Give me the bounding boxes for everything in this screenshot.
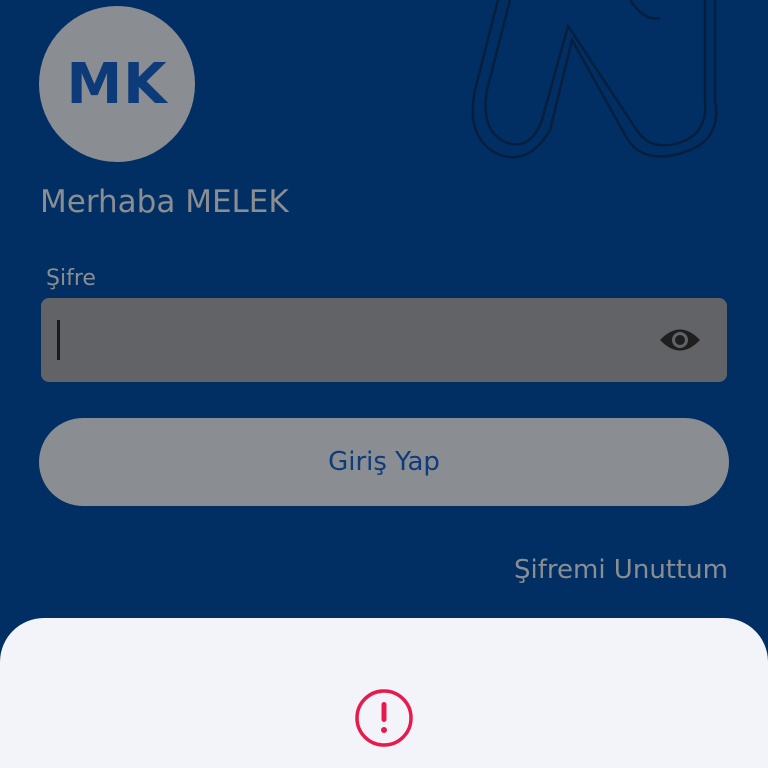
brand-logo-outline xyxy=(471,0,718,159)
show-password-button[interactable] xyxy=(657,322,703,358)
greeting-text: Merhaba MELEK xyxy=(40,184,289,220)
avatar-initials: MK xyxy=(66,51,168,117)
login-screen: MK Merhaba MELEK Şifre Giriş Yap Şifremi… xyxy=(0,0,768,768)
password-field[interactable] xyxy=(41,298,727,382)
password-label: Şifre xyxy=(46,266,96,291)
text-caret xyxy=(57,320,60,360)
exclamation-circle-icon xyxy=(355,689,413,747)
user-avatar: MK xyxy=(39,6,195,162)
eye-icon xyxy=(660,329,700,351)
forgot-password-link[interactable]: Şifremi Unuttum xyxy=(514,555,728,585)
login-button[interactable]: Giriş Yap xyxy=(39,418,729,506)
